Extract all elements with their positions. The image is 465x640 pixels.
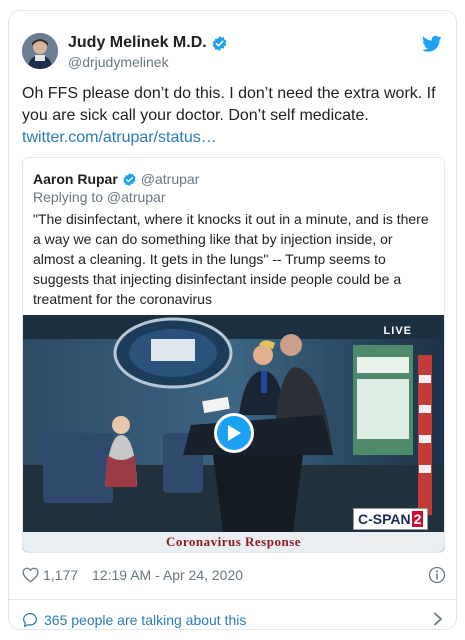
conversation-count[interactable]: 365 people are talking about this xyxy=(44,612,246,628)
divider xyxy=(9,599,456,600)
verified-badge-icon xyxy=(123,172,136,186)
network-name: C-SPAN xyxy=(358,511,411,527)
tweet-body: Oh FFS please don’t do this. I don’t nee… xyxy=(22,83,448,149)
tweet-link[interactable]: twitter.com/atrupar/status… xyxy=(22,127,448,149)
author-names: Judy Melinek M.D. @drjudymelinek xyxy=(68,33,228,71)
author-handle[interactable]: @drjudymelinek xyxy=(68,53,228,71)
video-player[interactable]: LIVE C-SPAN 2 Coronavirus Response xyxy=(23,315,444,552)
quoted-author-name[interactable]: Aaron Rupar xyxy=(33,170,118,188)
tweet-meta: 1,177 12:19 AM - Apr 24, 2020 xyxy=(22,565,446,585)
play-icon xyxy=(228,425,241,441)
embedded-tweet-card: Judy Melinek M.D. @drjudymelinek Oh FFS … xyxy=(8,10,457,630)
conversation-link[interactable]: 365 people are talking about this xyxy=(22,609,446,629)
live-indicator: LIVE xyxy=(383,325,412,337)
tweet-header: Judy Melinek M.D. @drjudymelinek xyxy=(22,33,446,73)
heart-icon[interactable] xyxy=(22,567,39,583)
network-number: 2 xyxy=(411,511,424,527)
network-logo: C-SPAN 2 xyxy=(353,508,429,530)
quoted-tweet-header: Aaron Rupar @atrupar xyxy=(33,170,199,188)
replying-to: Replying to @atrupar xyxy=(33,189,166,205)
like-count[interactable]: 1,177 xyxy=(43,567,78,583)
author-display-name[interactable]: Judy Melinek M.D. xyxy=(68,33,207,53)
verified-badge-icon xyxy=(212,35,227,51)
author-display-name-row[interactable]: Judy Melinek M.D. xyxy=(68,33,228,53)
quoted-author-handle[interactable]: @atrupar xyxy=(141,170,200,188)
quoted-tweet-text: "The disinfectant, where it knocks it ou… xyxy=(33,211,429,307)
play-button[interactable] xyxy=(214,413,254,453)
speech-bubble-icon xyxy=(23,613,37,627)
quoted-tweet[interactable]: Aaron Rupar @atrupar Replying to @atrupa… xyxy=(22,157,445,553)
twitter-bird-icon[interactable] xyxy=(422,35,442,53)
lower-third-caption: Coronavirus Response xyxy=(23,532,444,552)
tweet-text: Oh FFS please don’t do this. I don’t nee… xyxy=(22,85,436,124)
avatar[interactable] xyxy=(22,33,58,69)
info-icon[interactable] xyxy=(428,566,446,584)
timestamp[interactable]: 12:19 AM - Apr 24, 2020 xyxy=(92,567,243,583)
chevron-right-icon[interactable] xyxy=(432,612,444,626)
